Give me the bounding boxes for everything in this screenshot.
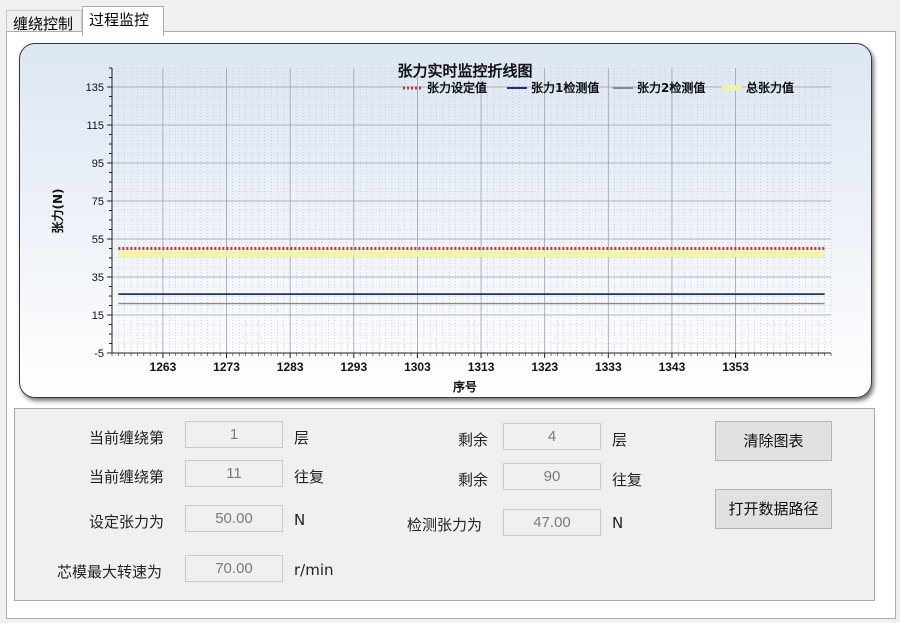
x-tick-label: 1313 — [468, 360, 495, 374]
y-tick-label: -5 — [94, 348, 104, 360]
legend-label: 总张力值 — [746, 80, 794, 95]
max-speed-field[interactable]: 70.00 — [185, 555, 283, 582]
remaining-layer-field[interactable]: 4 — [503, 423, 601, 450]
current-layer-unit: 层 — [294, 429, 310, 447]
current-layer-label: 当前缠绕第 — [89, 429, 165, 447]
x-axis-title: 序号 — [453, 379, 477, 394]
chart-title: 张力实时监控折线图 — [397, 62, 532, 80]
x-tick-label: 1283 — [277, 360, 304, 374]
y-tick-label: 95 — [92, 158, 104, 170]
remaining-layer-label: 剩余 — [458, 431, 489, 449]
y-tick-label: 35 — [92, 272, 104, 284]
y-tick-label: 135 — [86, 82, 104, 94]
legend-label: 张力2检测值 — [637, 80, 705, 95]
clear-chart-button[interactable]: 清除图表 — [715, 421, 832, 461]
status-form: 当前缠绕第 1 层 当前缠绕第 11 往复 设定张力为 50.00 N 芯模最大… — [14, 408, 875, 601]
remaining-recip-label: 剩余 — [458, 471, 489, 489]
max-speed-unit: r/min — [294, 561, 334, 579]
y-tick-label: 115 — [86, 120, 104, 132]
y-tick-label: 55 — [92, 234, 104, 246]
current-recip-field[interactable]: 11 — [185, 460, 283, 487]
x-tick-label: 1263 — [150, 360, 177, 374]
legend-label: 张力设定值 — [427, 80, 487, 95]
x-tick-label: 1353 — [722, 360, 749, 374]
remaining-recip-field[interactable]: 90 — [503, 463, 601, 490]
tension-chart: -5 15 35 55 75 95 115 135 1263 1273 1283 1293 1303 13… — [19, 43, 872, 398]
tab-process-monitor[interactable]: 过程监控 — [82, 6, 164, 36]
remaining-layer-unit: 层 — [612, 431, 628, 449]
current-layer-field[interactable]: 1 — [185, 421, 283, 448]
set-tension-label: 设定张力为 — [89, 513, 165, 531]
remaining-recip-unit: 往复 — [612, 471, 643, 489]
x-tick-label: 1293 — [340, 360, 367, 374]
max-speed-label: 芯模最大转速为 — [57, 563, 163, 581]
tension-chart-svg: -5 15 35 55 75 95 115 135 1263 1273 1283 1293 1303 13… — [50, 62, 832, 394]
detect-tension-field[interactable]: 47.00 — [503, 509, 601, 536]
set-tension-field[interactable]: 50.00 — [185, 505, 283, 532]
x-tick-label: 1273 — [213, 360, 240, 374]
y-axis-title: 张力(N) — [50, 188, 65, 233]
legend-label: 张力1检测值 — [531, 80, 599, 95]
current-recip-label: 当前缠绕第 — [89, 468, 165, 486]
detect-tension-label: 检测张力为 — [407, 516, 483, 534]
detect-tension-unit: N — [612, 514, 624, 532]
y-tick-label: 15 — [92, 310, 104, 322]
current-recip-unit: 往复 — [294, 468, 325, 486]
y-tick-label: 75 — [92, 196, 104, 208]
x-tick-label: 1303 — [404, 360, 431, 374]
open-data-path-button[interactable]: 打开数据路径 — [715, 489, 832, 529]
x-tick-label: 1323 — [531, 360, 558, 374]
set-tension-unit: N — [294, 511, 306, 529]
x-tick-label: 1343 — [659, 360, 686, 374]
x-tick-label: 1333 — [595, 360, 622, 374]
